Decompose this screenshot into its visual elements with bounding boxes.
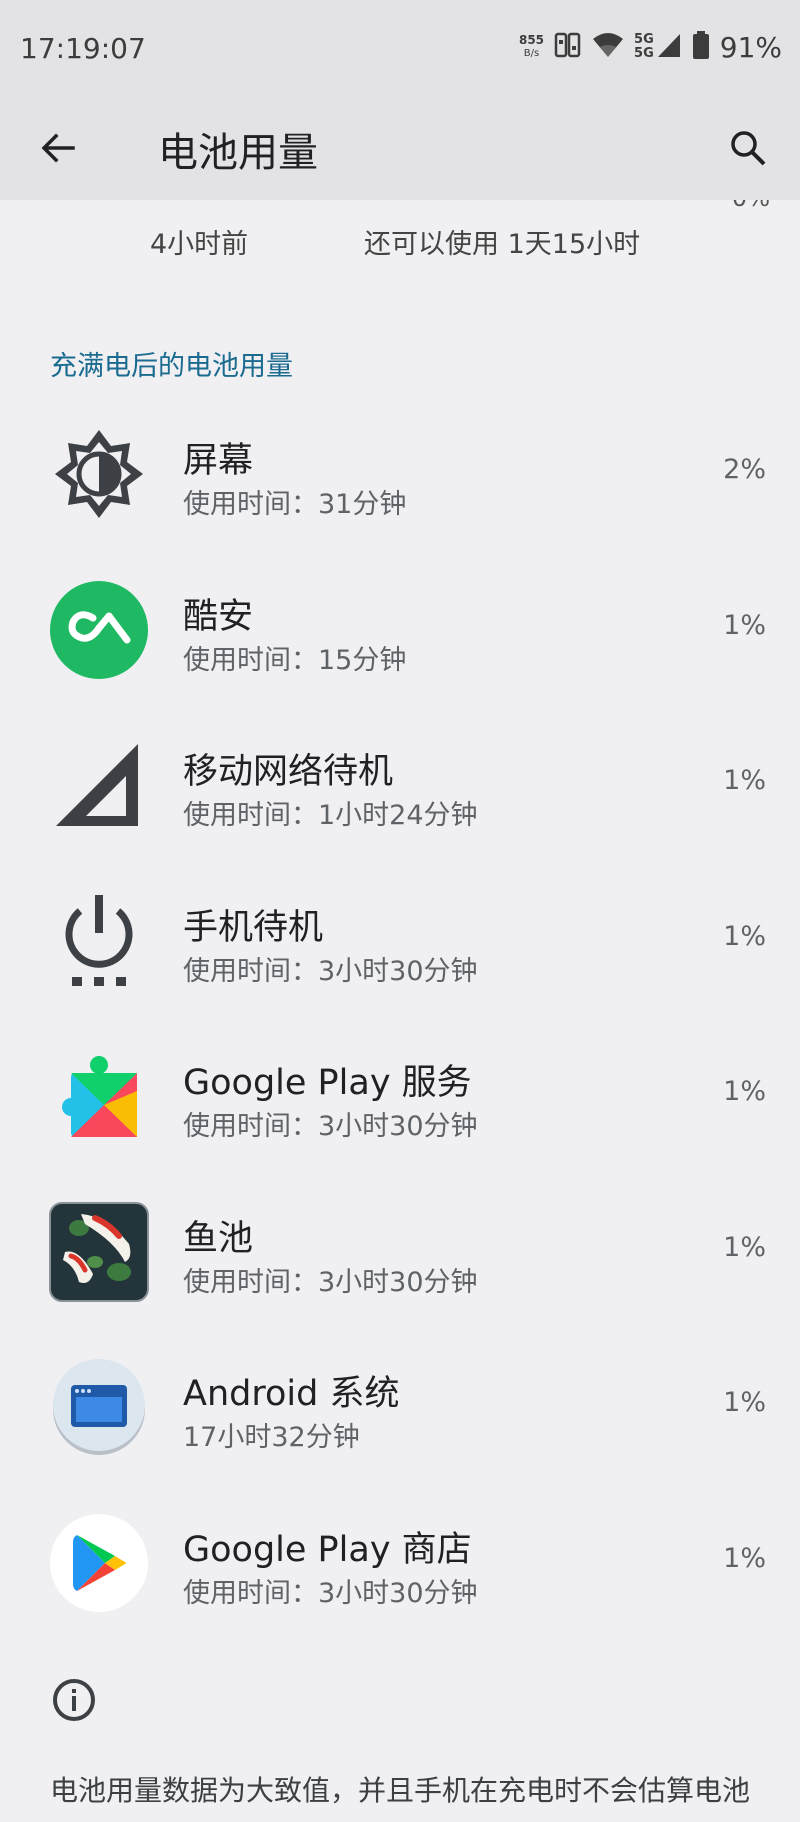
item-percent: 1% (723, 1387, 766, 1418)
hd-icon (554, 31, 582, 63)
net-speed: 855 B/s (519, 34, 544, 60)
list-item-google-play-store[interactable]: Google Play 商店 使用时间：3小时30分钟 1% (0, 1485, 800, 1641)
item-percent: 1% (723, 1076, 766, 1107)
item-detail: 使用时间：31分钟 (183, 489, 407, 520)
item-detail: 使用时间：3小时30分钟 (183, 1266, 478, 1298)
back-button[interactable] (34, 124, 82, 172)
search-button[interactable] (722, 122, 774, 174)
list-item-coolapk[interactable]: 酷安 使用时间：15分钟 1% (0, 552, 800, 708)
coolapk-icon (49, 580, 149, 680)
item-percent: 1% (723, 609, 766, 641)
item-percent: 1% (723, 1231, 766, 1263)
item-name: Google Play 服务 (183, 1063, 472, 1103)
item-detail: 17小时32分钟 (183, 1422, 360, 1453)
brightness-icon (49, 424, 149, 524)
list-item-screen[interactable]: 屏幕 使用时间：31分钟 2% (0, 396, 800, 552)
list-item-fish-pond[interactable]: 鱼池 使用时间：3小时30分钟 1% (0, 1174, 800, 1330)
item-name: Google Play 商店 (183, 1529, 472, 1570)
item-percent: 2% (723, 454, 766, 485)
item-percent: 1% (723, 920, 766, 952)
net-speed-value: 855 (518, 33, 545, 47)
section-title: 充满电后的电池用量 (50, 351, 293, 382)
item-detail: 使用时间：3小时30分钟 (183, 1111, 478, 1142)
summary-percent: 0% (732, 200, 770, 212)
status-icons: 855 B/s 5G 5G 91% (519, 30, 782, 64)
google-play-services-icon (49, 1046, 149, 1146)
net-speed-unit: B/s (523, 48, 540, 59)
search-icon (731, 131, 766, 166)
status-time: 17:19:07 (20, 32, 146, 65)
item-name: 鱼池 (183, 1218, 254, 1259)
google-play-store-icon (49, 1513, 149, 1613)
item-detail: 使用时间：1小时24分钟 (183, 800, 478, 831)
item-name: 酷安 (183, 596, 254, 637)
list-item-phone-standby[interactable]: 手机待机 使用时间：3小时30分钟 1% (0, 863, 800, 1019)
wifi-icon (592, 31, 624, 63)
last-charge-label: 4小时前 (150, 229, 249, 260)
status-bar: 17:19:07 855 B/s 5G 5G 91% (0, 0, 800, 100)
item-name: 屏幕 (183, 441, 254, 481)
cell-signal-icon (49, 735, 149, 835)
arrow-left-icon (41, 133, 75, 163)
battery-summary: 0% 4小时前 还可以使用 1天15小时 (0, 200, 800, 280)
list-item-cell-standby[interactable]: 移动网络待机 使用时间：1小时24分钟 1% (0, 707, 800, 863)
remaining-time-label: 还可以使用 1天15小时 (364, 229, 641, 260)
info-icon (50, 1676, 98, 1724)
item-detail: 使用时间：15分钟 (183, 644, 407, 676)
android-system-icon (49, 1357, 149, 1457)
list-item-google-play-services[interactable]: Google Play 服务 使用时间：3小时30分钟 1% (0, 1018, 800, 1174)
power-standby-icon (49, 891, 149, 991)
usage-list: 屏幕 使用时间：31分钟 2% 酷安 使用时间：15分钟 1% 移动网络待机 使… (0, 396, 800, 1640)
app-bar: 电池用量 (0, 100, 800, 200)
network-label-top: 5G (634, 32, 654, 47)
list-item-android-system[interactable]: Android 系统 17小时32分钟 1% (0, 1329, 800, 1485)
battery-usage-note: 电池用量数据为大致值，并且手机在充电时不会估算电池用量。 (50, 1774, 751, 1822)
koi-pond-icon (49, 1201, 149, 1302)
battery-percent: 91% (719, 30, 782, 64)
page-title: 电池用量 (158, 130, 318, 176)
item-name: Android 系统 (183, 1374, 400, 1414)
item-detail: 使用时间：3小时30分钟 (183, 1577, 478, 1609)
item-name: 手机待机 (183, 907, 324, 948)
item-detail: 使用时间：3小时30分钟 (183, 955, 478, 987)
item-name: 移动网络待机 (183, 752, 394, 792)
item-percent: 1% (723, 1542, 766, 1574)
network-label-bottom: 5G (634, 46, 654, 61)
item-percent: 1% (723, 765, 766, 796)
battery-icon (692, 30, 710, 64)
signal-icon (656, 31, 682, 63)
